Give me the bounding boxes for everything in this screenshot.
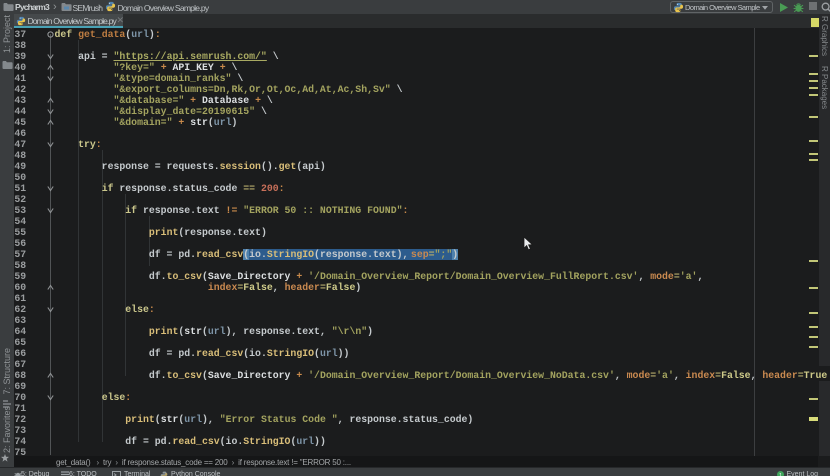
svg-text:1: 1 [779,472,782,476]
